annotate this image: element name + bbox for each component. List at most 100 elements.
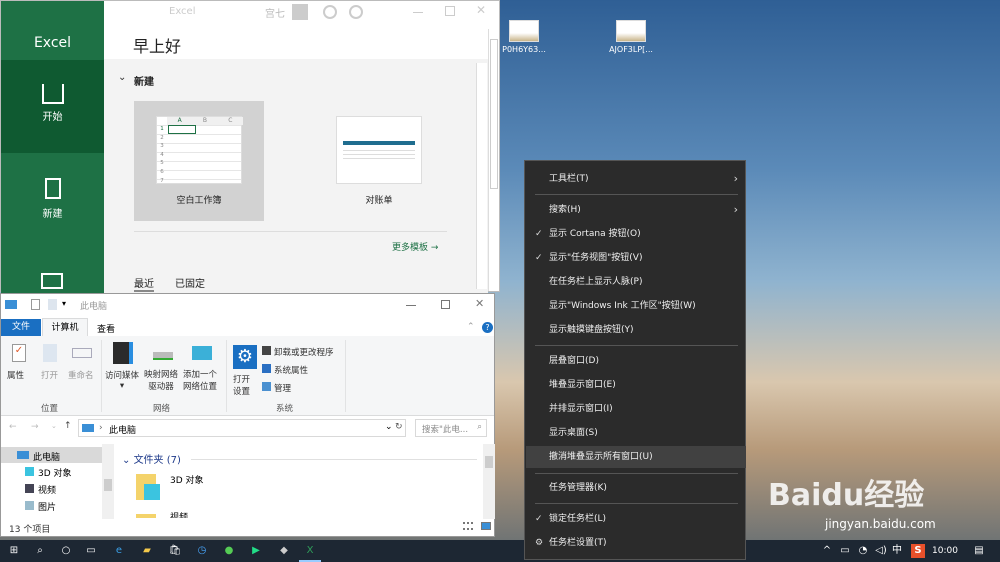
maximize-button[interactable]: [441, 300, 450, 309]
properties-quick-icon[interactable]: [31, 299, 40, 310]
clock[interactable]: 10:00: [928, 540, 962, 562]
address-bar[interactable]: › 此电脑 ⌄ ↻: [78, 419, 406, 437]
sogou-icon[interactable]: S: [911, 544, 925, 558]
tab-file[interactable]: 文件: [1, 319, 41, 336]
menu-item-cascade[interactable]: 层叠窗口(D): [526, 350, 746, 372]
menu-item-taskbar-settings[interactable]: ⚙ 任务栏设置(T): [526, 532, 746, 554]
restore-button[interactable]: [445, 6, 455, 16]
clock-app-icon[interactable]: ◷: [191, 540, 213, 562]
menu-item-search[interactable]: 搜索(H) ›: [526, 199, 746, 221]
menu-item-side-by-side[interactable]: 并排显示窗口(I): [526, 398, 746, 420]
add-network-location-button[interactable]: 添加一个 网络位置: [183, 369, 217, 393]
close-button[interactable]: ✕: [476, 3, 486, 17]
ime-indicator[interactable]: 中: [886, 540, 908, 562]
search-icon[interactable]: ⌕: [29, 540, 51, 562]
nav-item-videos[interactable]: 视频: [25, 483, 56, 496]
window-title: 此电脑: [80, 302, 108, 312]
back-button[interactable]: ←: [9, 422, 17, 432]
chevron-right-icon: ›: [733, 203, 738, 216]
forward-button[interactable]: →: [31, 422, 39, 432]
open-settings-button[interactable]: 打开 设置: [233, 374, 250, 398]
row-header: 5: [160, 160, 164, 167]
properties-button[interactable]: 属性: [7, 369, 24, 381]
chevron-down-icon[interactable]: ⌄: [118, 72, 126, 83]
menu-item-stack[interactable]: 堆叠显示窗口(E): [526, 374, 746, 396]
file-explorer-icon[interactable]: ▰: [136, 540, 158, 562]
menu-item-lock-taskbar[interactable]: ✓ 锁定任务栏(L): [526, 508, 746, 530]
task-view-icon[interactable]: ▭: [80, 540, 102, 562]
nav-home[interactable]: 开始: [1, 60, 104, 153]
content-scrollbar[interactable]: [483, 444, 495, 519]
open-button[interactable]: 打开: [41, 369, 58, 381]
desktop-icon[interactable]: P0H6Y63...: [494, 20, 554, 54]
account-icon[interactable]: [292, 4, 308, 20]
minimize-button[interactable]: [406, 305, 416, 306]
map-network-drive-button[interactable]: 映射网络 驱动器: [144, 369, 178, 393]
manage-button[interactable]: 管理: [262, 382, 291, 394]
nav-new[interactable]: 新建: [1, 153, 104, 246]
smile-icon[interactable]: [323, 5, 337, 19]
uninstall-program-button[interactable]: 卸载或更改程序: [262, 346, 334, 358]
folder-item[interactable]: 视频: [136, 512, 256, 518]
up-button[interactable]: ↑: [64, 421, 72, 431]
inner-scrollbar[interactable]: [476, 63, 487, 289]
store-icon[interactable]: 🛍: [164, 540, 186, 562]
excel-taskbar-icon[interactable]: X: [299, 540, 321, 562]
nav-item-3d-objects[interactable]: 3D 对象: [25, 466, 72, 479]
frown-icon[interactable]: [349, 5, 363, 19]
close-button[interactable]: ✕: [475, 297, 484, 310]
open-folder-icon[interactable]: [41, 273, 63, 289]
search-box[interactable]: 搜索"此电... ⌕: [415, 419, 487, 437]
menu-item-show-touch-keyboard[interactable]: 显示触摸键盘按钮(Y): [526, 319, 746, 341]
desktop-icon[interactable]: AJOF3LP[...: [601, 20, 661, 54]
edge-icon[interactable]: e: [108, 540, 130, 562]
system-properties-button[interactable]: 系统属性: [262, 364, 308, 376]
address-dropdown-icon[interactable]: ⌄: [385, 422, 393, 432]
template-blank-workbook[interactable]: A B C 1234567 空白工作簿: [134, 101, 264, 221]
folder-item[interactable]: 3D 对象: [136, 469, 256, 504]
minimize-button[interactable]: [413, 12, 423, 13]
nav-label: 图片: [38, 503, 57, 513]
nav-item-pictures[interactable]: 图片: [25, 500, 56, 513]
new-folder-quick-icon[interactable]: [48, 299, 57, 310]
access-media-button[interactable]: 访问媒体 ▾: [105, 369, 139, 391]
details-view-icon[interactable]: [463, 522, 473, 530]
start-button[interactable]: ⊞: [3, 540, 25, 562]
excel-window: Excel 开始 新建 Excel 宫七 ✕ 早上好 ⌄ 新建 A B C 1 2…: [0, 0, 500, 293]
menu-item-show-ink[interactable]: 显示"Windows Ink 工作区"按钮(W): [526, 295, 746, 317]
outer-scrollbar[interactable]: [488, 29, 499, 291]
tab-computer[interactable]: 计算机: [42, 318, 88, 337]
tab-recent[interactable]: 最近: [134, 275, 154, 292]
folders-section-header[interactable]: ⌄ 文件夹 (7): [122, 451, 181, 466]
rename-button[interactable]: 重命名: [68, 369, 94, 381]
menu-item-show-people[interactable]: 在任务栏上显示人脉(P): [526, 271, 746, 293]
menu-label: 撤消堆叠显示所有窗口(U): [549, 452, 653, 462]
blank-workbook-preview: A B C 1234567: [156, 116, 243, 184]
nav-scrollbar[interactable]: [102, 444, 114, 519]
menu-item-show-task-view[interactable]: ✓ 显示"任务视图"按钮(V): [526, 247, 746, 269]
action-center-icon[interactable]: ▤: [968, 540, 990, 562]
menu-item-undo-stack[interactable]: 撤消堆叠显示所有窗口(U): [526, 446, 746, 468]
cortana-icon[interactable]: ○: [55, 540, 77, 562]
menu-item-show-cortana[interactable]: ✓ 显示 Cortana 按钮(O): [526, 223, 746, 245]
menu-label: 显示桌面(S): [549, 428, 598, 438]
nav-item-this-pc[interactable]: 此电脑: [1, 447, 102, 463]
recent-locations-dropdown[interactable]: ⌄: [51, 422, 57, 430]
user-name[interactable]: 宫七: [265, 5, 285, 20]
excel-sidebar: Excel 开始 新建: [1, 1, 104, 293]
tab-pinned[interactable]: 已固定: [175, 275, 205, 290]
app-icon[interactable]: ●: [218, 540, 240, 562]
media-app-icon[interactable]: ▶: [245, 540, 267, 562]
more-templates-link[interactable]: 更多模板 →: [392, 240, 438, 253]
quick-access-dropdown-icon[interactable]: ▾: [62, 299, 66, 308]
large-icons-view-icon[interactable]: [481, 522, 491, 530]
refresh-icon[interactable]: ↻: [395, 422, 403, 432]
template-statement[interactable]: 对账单: [314, 101, 444, 221]
collapse-ribbon-icon[interactable]: ⌃: [467, 322, 475, 332]
menu-item-show-desktop[interactable]: 显示桌面(S): [526, 422, 746, 444]
help-icon[interactable]: ?: [482, 322, 493, 333]
tab-view[interactable]: 查看: [97, 322, 115, 335]
menu-item-toolbars[interactable]: 工具栏(T) ›: [526, 168, 746, 190]
app-icon[interactable]: ◆: [273, 540, 295, 562]
menu-item-task-manager[interactable]: 任务管理器(K): [526, 477, 746, 499]
